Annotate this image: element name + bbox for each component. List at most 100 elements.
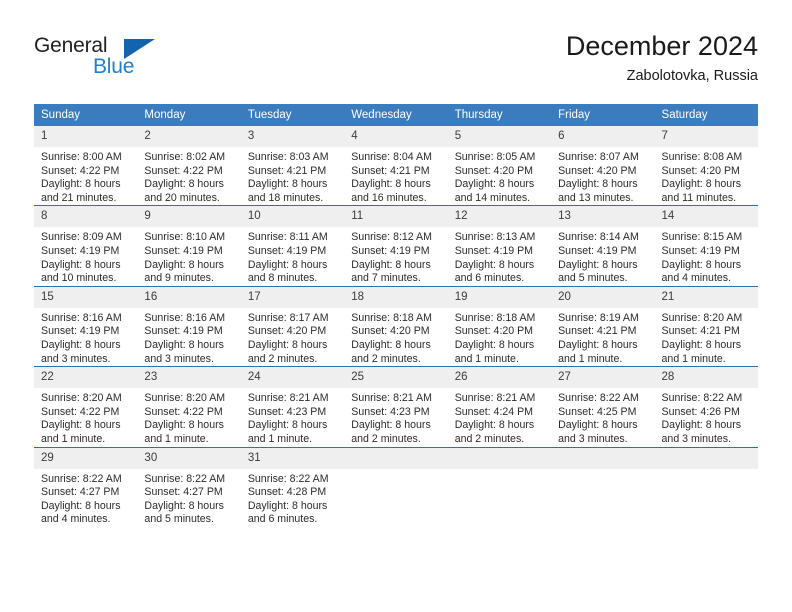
weekday-header-friday: Friday [551, 104, 655, 126]
daylight-text-line1: Daylight: 8 hours [247, 499, 328, 512]
daylight-text-line1: Daylight: 8 hours [351, 258, 431, 271]
calendar-day-cell[interactable]: 29 Sunrise: 8:22 AM Sunset: 4:27 PM Dayligh… [34, 446, 138, 527]
daylight-text-line1: Daylight: 8 hours [247, 419, 328, 432]
sunrise-text: Sunrise: 8:14 AM [558, 231, 639, 244]
day-number: 31 [240, 447, 345, 469]
calendar-day-cell[interactable]: 10 Sunrise: 8:11 AM Sunset: 4:19 PM Dayligh… [240, 205, 345, 287]
calendar-day-cell[interactable]: 26 Sunrise: 8:21 AM Sunset: 4:24 PM Dayligh… [447, 366, 552, 447]
day-details: Sunrise: 8:04 AM Sunset: 4:21 PM Daylight:… [344, 147, 447, 205]
day-number: 3 [240, 126, 345, 147]
daylight-text-line2: and 2 minutes. [351, 352, 421, 365]
day-details: Sunrise: 8:22 AM Sunset: 4:27 PM Daylight:… [34, 469, 137, 527]
day-number: 20 [551, 286, 655, 308]
page-subtitle-location: Zabolotovka, Russia [626, 68, 758, 84]
calendar-day-cell[interactable]: 25 Sunrise: 8:21 AM Sunset: 4:23 PM Dayligh… [344, 366, 448, 447]
day-number [344, 447, 448, 469]
sunset-text: Sunset: 4:25 PM [558, 405, 637, 418]
calendar-day-cell[interactable]: 16 Sunrise: 8:16 AM Sunset: 4:19 PM Dayligh… [137, 285, 241, 367]
sunrise-text: Sunrise: 8:04 AM [351, 151, 432, 163]
calendar-day-cell[interactable]: 17 Sunrise: 8:17 AM Sunset: 4:20 PM Dayligh… [240, 285, 345, 367]
calendar-day-cell[interactable]: 6 Sunrise: 8:07 AM Sunset: 4:20 PM Daylight… [551, 126, 655, 206]
day-number: 17 [240, 286, 345, 308]
calendar-day-cell[interactable]: 7 Sunrise: 8:08 AM Sunset: 4:20 PM Daylight… [654, 126, 758, 206]
sunrise-text: Sunrise: 8:18 AM [351, 311, 432, 324]
calendar-day-cell[interactable]: 2 Sunrise: 8:02 AM Sunset: 4:22 PM Daylight… [137, 126, 241, 206]
month-calendar-table: Sunday Monday Tuesday Wednesday Thursday… [34, 104, 758, 527]
sunset-text: Sunset: 4:21 PM [351, 164, 430, 177]
daylight-text-line1: Daylight: 8 hours [41, 419, 121, 432]
sunset-text: Sunset: 4:20 PM [454, 164, 534, 177]
sunrise-text: Sunrise: 8:18 AM [454, 311, 536, 324]
calendar-day-cell[interactable]: 5 Sunrise: 8:05 AM Sunset: 4:20 PM Daylight… [447, 126, 552, 206]
calendar-day-cell[interactable]: 14 Sunrise: 8:15 AM Sunset: 4:19 PM Dayligh… [654, 205, 758, 287]
day-number: 11 [344, 206, 448, 228]
calendar-day-cell[interactable]: 4 Sunrise: 8:04 AM Sunset: 4:21 PM Daylight… [344, 126, 448, 206]
daylight-text-line2: and 3 minutes. [144, 352, 214, 365]
day-details: Sunrise: 8:21 AM Sunset: 4:23 PM Daylight:… [344, 388, 447, 446]
sunset-text: Sunset: 4:19 PM [558, 244, 637, 257]
daylight-text-line1: Daylight: 8 hours [558, 258, 638, 271]
calendar-day-cell[interactable]: 23 Sunrise: 8:20 AM Sunset: 4:22 PM Dayligh… [137, 366, 241, 447]
sunrise-text: Sunrise: 8:16 AM [144, 311, 226, 324]
day-number: 29 [34, 447, 138, 469]
daylight-text-line2: and 14 minutes. [454, 191, 531, 204]
daylight-text-line1: Daylight: 8 hours [144, 178, 224, 191]
calendar-day-cell[interactable]: 1 Sunrise: 8:00 AM Sunset: 4:22 PM Daylight… [34, 126, 138, 206]
day-details: Sunrise: 8:13 AM Sunset: 4:19 PM Daylight:… [448, 227, 551, 285]
day-number [654, 447, 758, 469]
day-details: Sunrise: 8:14 AM Sunset: 4:19 PM Daylight:… [551, 227, 654, 285]
day-number: 30 [137, 447, 241, 469]
calendar-day-cell[interactable]: 21 Sunrise: 8:20 AM Sunset: 4:21 PM Dayligh… [654, 285, 758, 367]
sunset-text: Sunset: 4:23 PM [351, 405, 430, 418]
daylight-text-line2: and 6 minutes. [247, 513, 318, 526]
calendar-week-row: 1 Sunrise: 8:00 AM Sunset: 4:22 PM Daylight… [34, 126, 758, 206]
day-number: 23 [137, 367, 241, 389]
daylight-text-line1: Daylight: 8 hours [454, 178, 535, 191]
daylight-text-line2: and 16 minutes. [351, 191, 427, 204]
calendar-header-row-group: Sunday Monday Tuesday Wednesday Thursday… [34, 104, 758, 126]
sunset-text: Sunset: 4:22 PM [41, 164, 120, 177]
calendar-day-cell[interactable]: 9 Sunrise: 8:10 AM Sunset: 4:19 PM Daylight… [137, 205, 241, 287]
daylight-text-line1: Daylight: 8 hours [454, 258, 535, 271]
calendar-day-cell-empty [551, 446, 655, 527]
daylight-text-line2: and 11 minutes. [661, 191, 737, 204]
calendar-day-cell[interactable]: 19 Sunrise: 8:18 AM Sunset: 4:20 PM Dayligh… [447, 285, 552, 367]
calendar-day-cell[interactable]: 31 Sunrise: 8:22 AM Sunset: 4:28 PM Dayligh… [240, 446, 345, 527]
day-details: Sunrise: 8:20 AM Sunset: 4:21 PM Daylight:… [655, 308, 758, 366]
sunrise-text: Sunrise: 8:13 AM [454, 231, 536, 244]
calendar-day-cell-empty [654, 446, 758, 527]
calendar-day-cell[interactable]: 3 Sunrise: 8:03 AM Sunset: 4:21 PM Daylight… [240, 126, 345, 206]
logo-text-blue: Blue [93, 55, 135, 78]
calendar-day-cell[interactable]: 24 Sunrise: 8:21 AM Sunset: 4:23 PM Dayligh… [240, 366, 345, 447]
daylight-text-line2: and 5 minutes. [144, 513, 214, 526]
daylight-text-line1: Daylight: 8 hours [144, 258, 224, 271]
calendar-day-cell[interactable]: 8 Sunrise: 8:09 AM Sunset: 4:19 PM Daylight… [34, 205, 138, 287]
daylight-text-line2: and 2 minutes. [351, 432, 421, 445]
calendar-day-cell[interactable]: 30 Sunrise: 8:22 AM Sunset: 4:27 PM Dayligh… [137, 446, 241, 527]
daylight-text-line2: and 8 minutes. [247, 272, 318, 285]
day-details: Sunrise: 8:05 AM Sunset: 4:20 PM Daylight:… [448, 147, 551, 205]
day-number: 15 [34, 286, 138, 308]
daylight-text-line1: Daylight: 8 hours [454, 338, 535, 351]
sunset-text: Sunset: 4:24 PM [454, 405, 534, 418]
daylight-text-line2: and 5 minutes. [558, 272, 628, 285]
weekday-header-row: Sunday Monday Tuesday Wednesday Thursday… [34, 104, 758, 126]
calendar-day-cell[interactable]: 18 Sunrise: 8:18 AM Sunset: 4:20 PM Dayligh… [344, 285, 448, 367]
sunset-text: Sunset: 4:22 PM [144, 405, 223, 418]
calendar-day-cell[interactable]: 27 Sunrise: 8:22 AM Sunset: 4:25 PM Dayligh… [551, 366, 655, 447]
calendar-day-cell[interactable]: 13 Sunrise: 8:14 AM Sunset: 4:19 PM Dayligh… [551, 205, 655, 287]
general-blue-logo[interactable]: General Blue [34, 34, 224, 90]
calendar-day-cell[interactable]: 22 Sunrise: 8:20 AM Sunset: 4:22 PM Dayligh… [34, 366, 138, 447]
daylight-text-line1: Daylight: 8 hours [144, 499, 224, 512]
day-details: Sunrise: 8:16 AM Sunset: 4:19 PM Daylight:… [34, 308, 137, 366]
calendar-day-cell[interactable]: 28 Sunrise: 8:22 AM Sunset: 4:26 PM Dayligh… [654, 366, 758, 447]
daylight-text-line1: Daylight: 8 hours [661, 178, 742, 191]
calendar-day-cell[interactable]: 20 Sunrise: 8:19 AM Sunset: 4:21 PM Dayligh… [551, 285, 655, 367]
daylight-text-line2: and 3 minutes. [661, 432, 732, 445]
daylight-text-line1: Daylight: 8 hours [351, 419, 431, 432]
calendar-day-cell[interactable]: 12 Sunrise: 8:13 AM Sunset: 4:19 PM Dayligh… [447, 205, 552, 287]
sunrise-text: Sunrise: 8:22 AM [247, 472, 329, 485]
calendar-day-cell[interactable]: 11 Sunrise: 8:12 AM Sunset: 4:19 PM Dayligh… [344, 205, 448, 287]
calendar-day-cell[interactable]: 15 Sunrise: 8:16 AM Sunset: 4:19 PM Dayligh… [34, 285, 138, 367]
sunset-text: Sunset: 4:20 PM [661, 164, 740, 177]
